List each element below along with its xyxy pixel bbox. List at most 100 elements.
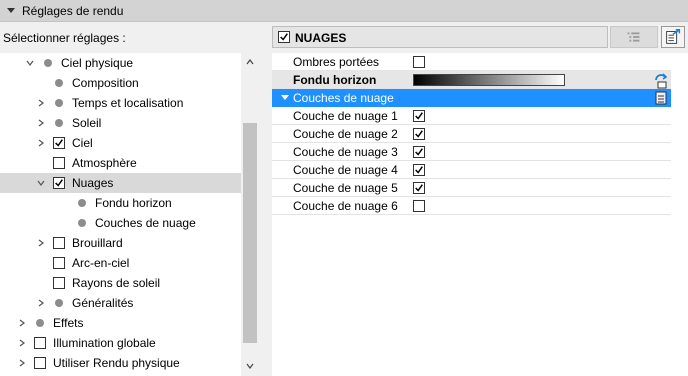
tree-item[interactable]: Utiliser Rendu physique xyxy=(0,353,241,373)
tree-checkbox[interactable] xyxy=(34,337,46,349)
chevron-right-icon[interactable] xyxy=(18,359,26,367)
tree-item-label: Couches de nuage xyxy=(95,216,196,230)
bullet-icon xyxy=(55,79,63,87)
tree-item[interactable]: Généralités xyxy=(0,293,241,313)
property-checkbox[interactable] xyxy=(413,56,425,68)
tree-item[interactable]: Effets xyxy=(0,313,241,333)
tree-item[interactable]: Atmosphère xyxy=(0,153,241,173)
property-row[interactable]: Couche de nuage 1 xyxy=(272,107,671,125)
checkmark-icon xyxy=(415,112,423,120)
tree-item-label: Temps et localisation xyxy=(72,96,184,110)
checkmark-icon xyxy=(415,166,423,174)
tree-item[interactable]: Ciel physique xyxy=(0,53,241,73)
property-label: Couches de nuage xyxy=(293,91,394,105)
tree-item[interactable]: Rayons de soleil xyxy=(0,273,241,293)
property-checkbox[interactable] xyxy=(413,146,425,158)
tree-checkbox[interactable] xyxy=(53,257,65,269)
list-view-button[interactable] xyxy=(610,26,658,48)
panel-title-bar[interactable]: Réglages de rendu xyxy=(0,0,688,22)
bullet-icon xyxy=(44,59,52,67)
bullet-icon xyxy=(36,319,44,327)
tree-item[interactable]: Brouillard xyxy=(0,233,241,253)
property-label: Ombres portées xyxy=(293,55,380,69)
section-header[interactable]: Couches de nuage xyxy=(272,89,671,107)
bullet-icon xyxy=(78,219,86,227)
export-icon xyxy=(666,29,681,44)
chevron-right-icon[interactable] xyxy=(37,139,45,147)
tree-checkbox[interactable] xyxy=(53,137,65,149)
settings-header: NUAGES xyxy=(272,26,608,48)
tree-item-label: Brouillard xyxy=(72,236,123,250)
checkmark-icon xyxy=(55,179,63,187)
property-row[interactable]: Couche de nuage 3 xyxy=(272,143,671,161)
tree-item-label: Ciel physique xyxy=(61,56,134,70)
property-row[interactable]: Fondu horizon xyxy=(272,71,671,89)
collapse-triangle-icon[interactable] xyxy=(7,8,15,13)
tree-checkbox[interactable] xyxy=(53,277,65,289)
tree-item-label: Nuages xyxy=(72,176,114,190)
chevron-right-icon[interactable] xyxy=(18,339,26,347)
tree-item[interactable]: Illumination globale xyxy=(0,333,241,353)
property-label: Couche de nuage 6 xyxy=(293,199,398,213)
tree-item[interactable]: Couches de nuage xyxy=(0,213,241,233)
property-checkbox[interactable] xyxy=(413,128,425,140)
tree-item-label: Effets xyxy=(53,316,84,330)
chevron-down-icon[interactable] xyxy=(37,179,45,187)
export-button[interactable] xyxy=(661,26,685,48)
checkmark-icon xyxy=(415,130,423,138)
tree-item-label: Composition xyxy=(72,76,139,90)
tree-item[interactable]: Fondu horizon xyxy=(0,193,241,213)
scrollbar-thumb[interactable] xyxy=(243,123,257,343)
tree-item-label: Rayons de soleil xyxy=(72,276,161,290)
properties-panel: Ombres portées Fondu horizon Couches de nu… xyxy=(272,53,688,376)
tree-item[interactable]: Nuages xyxy=(0,173,241,193)
chevron-right-icon[interactable] xyxy=(37,99,45,107)
bullet-icon xyxy=(55,99,63,107)
tree-item[interactable]: Arc-en-ciel xyxy=(0,253,241,273)
tree-item[interactable]: Soleil xyxy=(0,113,241,133)
chevron-down-icon[interactable] xyxy=(26,59,34,67)
tree-item[interactable]: Ciel xyxy=(0,133,241,153)
tree-item-label: Soleil xyxy=(72,116,102,130)
property-checkbox[interactable] xyxy=(413,200,425,212)
tree-checkbox[interactable] xyxy=(34,357,46,369)
property-label: Fondu horizon xyxy=(293,73,377,87)
property-checkbox[interactable] xyxy=(413,110,425,122)
header-title: NUAGES xyxy=(295,31,347,45)
refresh-icon[interactable] xyxy=(653,71,669,89)
property-label: Couche de nuage 4 xyxy=(293,163,398,177)
property-checkbox[interactable] xyxy=(413,182,425,194)
gradient-swatch[interactable] xyxy=(413,74,565,86)
property-row[interactable]: Couche de nuage 2 xyxy=(272,125,671,143)
chevron-right-icon[interactable] xyxy=(37,299,45,307)
tree-item-label: Illumination globale xyxy=(53,336,156,350)
header-checkbox[interactable] xyxy=(278,31,290,43)
property-label: Couche de nuage 3 xyxy=(293,145,398,159)
scroll-down-icon[interactable] xyxy=(246,362,254,370)
tree-checkbox[interactable] xyxy=(53,157,65,169)
collapse-triangle-icon[interactable] xyxy=(281,95,289,100)
bullet-icon xyxy=(78,199,86,207)
property-row[interactable]: Couche de nuage 5 xyxy=(272,179,671,197)
tree-item-label: Utiliser Rendu physique xyxy=(53,356,180,370)
settings-tree[interactable]: Ciel physique Composition Temps et localis… xyxy=(0,53,259,376)
tree-item[interactable]: Composition xyxy=(0,73,241,93)
chevron-right-icon[interactable] xyxy=(37,119,45,127)
tree-checkbox[interactable] xyxy=(53,177,65,189)
property-label: Couche de nuage 1 xyxy=(293,109,398,123)
selector-label: Sélectionner réglages : xyxy=(3,31,126,45)
bullet-icon xyxy=(55,299,63,307)
property-label: Couche de nuage 5 xyxy=(293,181,398,195)
chevron-right-icon[interactable] xyxy=(37,239,45,247)
list-small-icon[interactable] xyxy=(653,89,669,107)
property-checkbox[interactable] xyxy=(413,164,425,176)
property-row[interactable]: Couche de nuage 4 xyxy=(272,161,671,179)
scroll-up-icon[interactable] xyxy=(246,58,254,66)
tree-item-label: Arc-en-ciel xyxy=(72,256,130,270)
property-row[interactable]: Ombres portées xyxy=(272,53,671,71)
chevron-right-icon[interactable] xyxy=(18,319,26,327)
tree-checkbox[interactable] xyxy=(53,237,65,249)
property-row[interactable]: Couche de nuage 6 xyxy=(272,197,671,215)
tree-item[interactable]: Temps et localisation xyxy=(0,93,241,113)
tree-scrollbar[interactable] xyxy=(241,53,259,376)
